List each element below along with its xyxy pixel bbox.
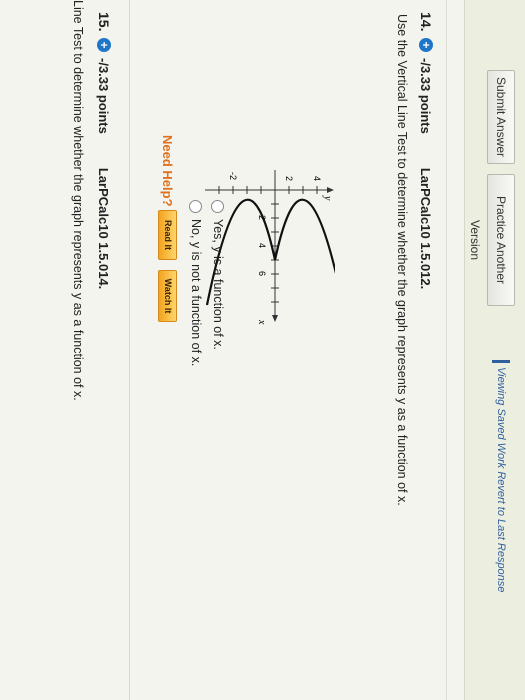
question-prompt: Line Test to determine whether the graph… (71, 0, 85, 401)
option-no[interactable]: No, y is not a function of x. (189, 200, 203, 366)
x-tick-label-6: 6 (257, 271, 267, 276)
top-toolbar: Submit Answer Practice Another Version V… (464, 0, 525, 700)
question-points: -/3.33 points (418, 58, 434, 134)
option-yes[interactable]: Yes, y is a function of x. (211, 200, 225, 350)
question-source: LarPCalc10 1.5.012. (418, 167, 434, 290)
viewing-saved-work-text[interactable]: Viewing Saved Work Revert to Last Respon… (495, 367, 507, 592)
question-number: 14. (418, 12, 434, 32)
y-tick-label-2: 2 (284, 176, 294, 181)
question-15-header: 15. + -/3.33 points LarPCalc10 1.5.014. (93, 12, 115, 289)
plus-icon[interactable]: + (97, 38, 111, 52)
divider (446, 0, 447, 700)
watch-it-button[interactable]: Watch It (158, 270, 177, 322)
question-number: 15. (96, 12, 112, 32)
submit-answer-button[interactable]: Submit Answer (487, 70, 515, 164)
assignment-page: Submit Answer Practice Another Version V… (0, 0, 525, 700)
divider-bar (492, 360, 510, 363)
practice-another-version-button[interactable]: Practice Another Version (468, 174, 515, 306)
y-tick-label-4: 4 (312, 176, 322, 181)
viewing-saved-work-link[interactable]: Viewing Saved Work Revert to Last Respon… (491, 360, 511, 640)
y-axis-arrow (327, 187, 334, 193)
y-axis-label: y (322, 195, 333, 201)
y-tick-label-neg2: -2 (228, 172, 238, 180)
option-label: Yes, y is a function of x. (211, 219, 225, 350)
question-source: LarPCalc10 1.5.014. (96, 167, 112, 290)
read-it-button[interactable]: Read It (158, 210, 177, 260)
x-axis-label: x (256, 319, 267, 325)
x-axis-arrow (272, 315, 278, 322)
divider (129, 0, 130, 700)
parabola-curve-upper (273, 198, 335, 306)
x-tick-label-2: 2 (257, 215, 267, 220)
option-label: No, y is not a function of x. (189, 219, 203, 367)
x-tick-label-4: 4 (257, 243, 267, 248)
radio-button[interactable] (211, 200, 225, 213)
question-14-header: 14. + -/3.33 points LarPCalc10 1.5.012. (415, 12, 437, 289)
plus-icon[interactable]: + (419, 38, 433, 52)
radio-button[interactable] (189, 200, 203, 213)
question-prompt: Use the Vertical Line Test to determine … (395, 14, 409, 506)
question-points: -/3.33 points (96, 58, 112, 134)
need-help-label: Need Help? (160, 135, 175, 207)
